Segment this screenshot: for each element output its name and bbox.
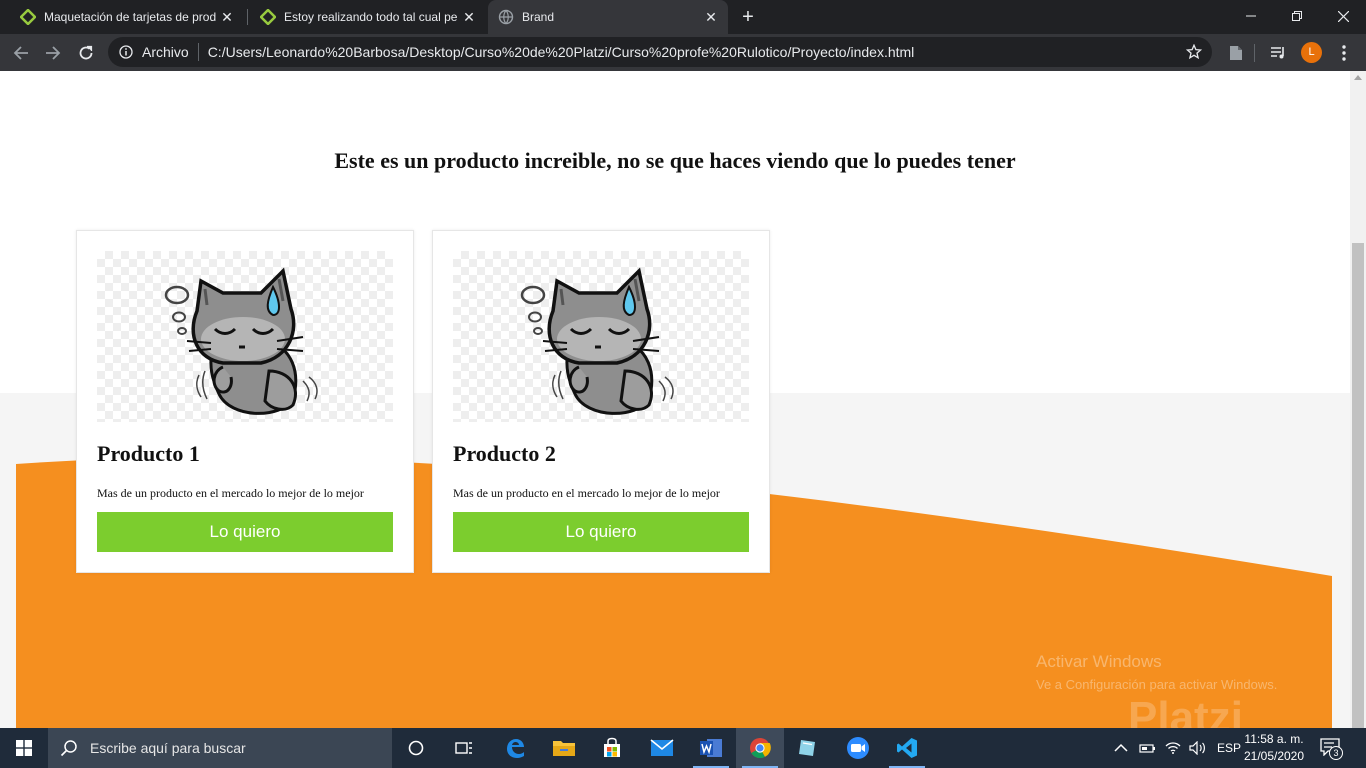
word-icon [700, 739, 722, 757]
close-icon[interactable]: ✕ [220, 10, 234, 24]
media-control-icon[interactable] [1268, 43, 1288, 63]
bookmark-star-icon[interactable] [1186, 44, 1202, 60]
wifi-icon[interactable] [1165, 741, 1181, 755]
arrow-right-icon [46, 46, 61, 60]
info-icon[interactable] [119, 45, 133, 59]
close-icon[interactable]: ✕ [462, 10, 476, 24]
new-tab-button[interactable]: + [738, 7, 758, 27]
edge-icon [507, 739, 524, 758]
zoom-button[interactable] [834, 728, 882, 768]
product-image [97, 251, 393, 422]
system-tray: ESP [1114, 728, 1241, 768]
watermark-title: Activar Windows [1036, 652, 1162, 671]
cortana-button[interactable] [392, 728, 440, 768]
taskbar-search[interactable]: Escribe aquí para buscar [48, 728, 392, 768]
folder-icon [553, 741, 575, 756]
lo-quiero-button[interactable]: Lo quiero [453, 512, 749, 552]
tab-title: Estoy realizando todo tal cual pe [284, 10, 458, 24]
product-description: Mas de un producto en el mercado lo mejo… [97, 486, 364, 500]
browser-toolbar: Archivo C:/Users/Leonardo%20Barbosa/Desk… [0, 34, 1366, 71]
tab-brand[interactable]: Brand ✕ [488, 0, 728, 34]
task-view-button[interactable] [440, 728, 488, 768]
thinking-cat-icon [520, 267, 674, 415]
profile-avatar[interactable]: L [1301, 42, 1322, 63]
task-view-icon [455, 742, 472, 754]
protocol-label: Archivo [142, 44, 189, 60]
restore-icon [1292, 11, 1302, 21]
mail-button[interactable] [638, 728, 686, 768]
tab-divider [247, 9, 248, 25]
clock-time: 11:58 a. m. [1244, 732, 1304, 746]
volume-icon[interactable] [1189, 741, 1207, 755]
back-button[interactable] [10, 42, 32, 64]
notebook-app-icon [799, 740, 815, 756]
battery-icon[interactable] [1139, 741, 1157, 755]
product-card: Producto 1 Mas de un producto en el merc… [76, 230, 414, 573]
store-button[interactable] [588, 728, 636, 768]
vscode-button[interactable] [883, 728, 931, 768]
forward-button[interactable] [42, 42, 64, 64]
page-heading: Este es un producto increible, no se que… [334, 148, 1016, 173]
chevron-up-icon[interactable] [1114, 743, 1128, 753]
search-icon [60, 740, 77, 757]
tab-strip: Maquetación de tarjetas de prod ✕ Estoy … [0, 0, 1366, 34]
activate-windows-watermark: Activar Windows Ve a Configuración para … [1036, 652, 1277, 692]
reload-icon [79, 45, 93, 60]
zoom-icon [847, 737, 869, 759]
tab-estoy-realizando[interactable]: Estoy realizando todo tal cual pe ✕ [250, 0, 486, 34]
page-scrollbar[interactable] [1350, 71, 1366, 728]
tab-title: Brand [522, 10, 555, 24]
platzi-icon [20, 9, 36, 25]
scroll-thumb[interactable] [1352, 243, 1364, 728]
close-icon [1337, 10, 1349, 22]
word-button[interactable] [687, 728, 735, 768]
start-button[interactable] [0, 728, 48, 768]
store-icon [604, 737, 620, 757]
thinking-cat-icon [164, 267, 318, 415]
scroll-up-icon[interactable] [1354, 75, 1362, 80]
restore-button[interactable] [1274, 0, 1320, 32]
windows-taskbar: Escribe aquí para buscar ESP 11:58 a. m.… [0, 728, 1366, 768]
close-window-button[interactable] [1320, 0, 1366, 32]
product-image [453, 251, 749, 422]
arrow-left-icon [13, 46, 28, 60]
notification-count-badge: 3 [1329, 746, 1343, 760]
product-title: Producto 1 [97, 441, 200, 466]
vscode-icon [897, 738, 917, 758]
toolbar-divider [1254, 44, 1255, 62]
clock-date: 21/05/2020 [1243, 749, 1305, 763]
edge-button[interactable] [491, 728, 539, 768]
action-center-button[interactable]: 3 [1320, 738, 1343, 760]
taskbar-clock[interactable]: 11:58 a. m. 21/05/2020 [1238, 731, 1310, 765]
chrome-button[interactable] [736, 728, 784, 768]
url-text[interactable]: C:/Users/Leonardo%20Barbosa/Desktop/Curs… [208, 44, 915, 60]
watermark-subtitle: Ve a Configuración para activar Windows. [1036, 677, 1278, 692]
globe-icon [498, 9, 514, 25]
windows-logo-icon [16, 740, 32, 756]
product-description: Mas de un producto en el mercado lo mejo… [453, 486, 720, 500]
kebab-menu-icon[interactable] [1334, 43, 1354, 63]
file-explorer-button[interactable] [540, 728, 588, 768]
page-viewport: Este es un producto increible, no se que… [0, 71, 1350, 728]
omnibox-divider [197, 43, 199, 61]
minimize-button[interactable] [1228, 0, 1274, 32]
tab-maquetacion[interactable]: Maquetación de tarjetas de prod ✕ [0, 0, 244, 34]
product-card: Producto 2 Mas de un producto en el merc… [432, 230, 770, 573]
tab-title: Maquetación de tarjetas de prod [44, 10, 217, 24]
mail-icon [650, 739, 674, 756]
app-button[interactable] [784, 728, 832, 768]
chrome-icon [750, 738, 771, 759]
lo-quiero-button[interactable]: Lo quiero [97, 512, 393, 552]
search-placeholder: Escribe aquí para buscar [90, 740, 246, 756]
minimize-icon [1246, 15, 1256, 17]
extension-icon[interactable] [1226, 43, 1246, 63]
address-bar[interactable]: Archivo C:/Users/Leonardo%20Barbosa/Desk… [108, 37, 1212, 67]
platzi-icon [260, 9, 276, 25]
close-icon[interactable]: ✕ [704, 10, 718, 24]
product-title: Producto 2 [453, 441, 556, 466]
cortana-icon [408, 740, 424, 756]
platzi-watermark: Platzi [1128, 693, 1243, 728]
reload-button[interactable] [75, 42, 97, 64]
